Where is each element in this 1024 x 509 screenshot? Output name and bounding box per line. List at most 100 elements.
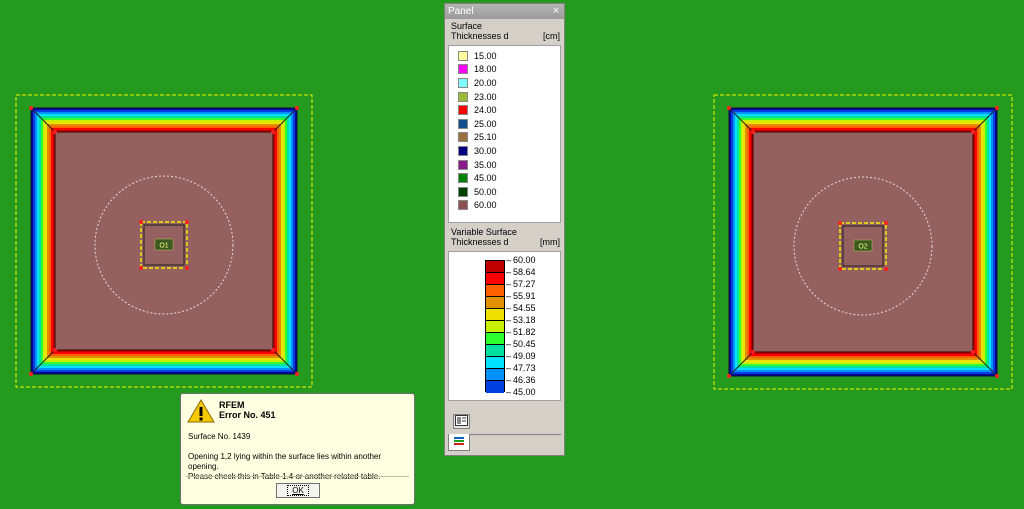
warning-icon bbox=[187, 399, 215, 423]
node-point bbox=[838, 267, 842, 271]
panel-options-icon bbox=[455, 415, 468, 426]
dialog-separator bbox=[186, 476, 409, 477]
scale-segment bbox=[486, 381, 504, 393]
scale-segment bbox=[486, 345, 504, 357]
scale-label: 45.00 bbox=[506, 387, 536, 397]
scale-segment bbox=[486, 321, 504, 333]
node-point bbox=[751, 350, 755, 354]
legend-item: 15.00 bbox=[449, 49, 560, 63]
node-point bbox=[29, 106, 33, 110]
legend-item: 24.00 bbox=[449, 103, 560, 117]
node-point bbox=[995, 374, 999, 378]
ok-button[interactable]: OK bbox=[276, 483, 320, 498]
scale-label: 46.36 bbox=[506, 375, 536, 385]
opening-label: O2 bbox=[858, 244, 867, 251]
legend-swatch bbox=[458, 77, 468, 88]
scale-label: 58.64 bbox=[506, 267, 536, 277]
node-point bbox=[727, 374, 731, 378]
node-point bbox=[884, 267, 888, 271]
legend-value: 25.00 bbox=[474, 118, 497, 129]
node-point bbox=[53, 348, 57, 352]
legend-value: 50.00 bbox=[474, 186, 497, 197]
panel-title: Panel bbox=[448, 6, 474, 17]
surface-unit: [cm] bbox=[543, 31, 560, 41]
tab-color-legend[interactable] bbox=[448, 434, 470, 451]
scale-label: 57.27 bbox=[506, 279, 536, 289]
dialog-message: Opening 1,2 lying within the surface lie… bbox=[188, 452, 413, 482]
legend-value: 25.10 bbox=[474, 132, 497, 143]
scale-label: 49.09 bbox=[506, 351, 536, 361]
variable-thickness-header: Variable Surface Thicknesses d [mm] bbox=[445, 225, 564, 251]
legend-panel: Panel × Surface Thicknesses d [cm] 15.00… bbox=[444, 3, 565, 456]
legend-swatch bbox=[458, 118, 468, 129]
dialog-app-name: RFEM bbox=[219, 400, 245, 410]
legend-value: 24.00 bbox=[474, 105, 497, 116]
close-icon[interactable]: × bbox=[550, 4, 562, 19]
dialog-error-number: Error No. 451 bbox=[219, 410, 276, 420]
legend-item: 35.00 bbox=[449, 158, 560, 172]
panel-settings-button[interactable] bbox=[453, 414, 470, 429]
node-point bbox=[271, 130, 275, 134]
node-point bbox=[751, 130, 755, 134]
legend-item: 20.00 bbox=[449, 76, 560, 90]
scale-segment bbox=[486, 369, 504, 381]
legend-item: 25.10 bbox=[449, 131, 560, 145]
variable-header-line1: Variable Surface bbox=[451, 227, 517, 237]
opening-label: O1 bbox=[159, 243, 168, 250]
legend-swatch bbox=[458, 186, 468, 197]
node-point bbox=[884, 221, 888, 225]
legend-swatch bbox=[458, 200, 468, 211]
scale-label: 50.45 bbox=[506, 339, 536, 349]
legend-item: 18.00 bbox=[449, 63, 560, 77]
legend-swatch bbox=[458, 173, 468, 184]
scale-segment bbox=[486, 309, 504, 321]
legend-swatch bbox=[458, 50, 468, 61]
legend-value: 45.00 bbox=[474, 173, 497, 184]
legend-value: 35.00 bbox=[474, 159, 497, 170]
panel-layers-icon bbox=[454, 437, 464, 445]
legend-value: 60.00 bbox=[474, 200, 497, 211]
legend-item: 50.00 bbox=[449, 185, 560, 199]
scale-label: 53.18 bbox=[506, 315, 536, 325]
legend-value: 23.00 bbox=[474, 91, 497, 102]
node-point bbox=[995, 106, 999, 110]
legend-item: 30.00 bbox=[449, 144, 560, 158]
legend-item: 60.00 bbox=[449, 199, 560, 213]
scale-segment bbox=[486, 261, 504, 273]
legend-value: 18.00 bbox=[474, 64, 497, 75]
scale-segment bbox=[486, 333, 504, 345]
surface-thickness-legend: 15.00 18.00 20.00 23.00 24.00 25.00 25.10 30.00… bbox=[448, 45, 561, 223]
node-point bbox=[139, 266, 143, 270]
dialog-title: RFEM Error No. 451 bbox=[219, 400, 276, 420]
scale-label: 47.73 bbox=[506, 363, 536, 373]
node-point bbox=[971, 350, 975, 354]
legend-swatch bbox=[458, 91, 468, 102]
legend-value: 20.00 bbox=[474, 77, 497, 88]
node-point bbox=[139, 220, 143, 224]
scale-label: 54.55 bbox=[506, 303, 536, 313]
scale-label: 51.82 bbox=[506, 327, 536, 337]
legend-swatch bbox=[458, 64, 468, 75]
legend-item: 23.00 bbox=[449, 90, 560, 104]
scale-segment bbox=[486, 357, 504, 369]
tab-divider bbox=[469, 434, 561, 435]
node-point bbox=[971, 130, 975, 134]
scale-segment bbox=[486, 285, 504, 297]
legend-swatch bbox=[458, 145, 468, 156]
node-point bbox=[185, 220, 189, 224]
variable-thickness-scale: 60.00 58.64 57.27 55.91 54.55 53.18 51.82 50.45… bbox=[448, 251, 561, 401]
error-dialog: RFEM Error No. 451 Surface No. 1439 Open… bbox=[180, 393, 415, 505]
ok-button-label: OK bbox=[287, 485, 309, 496]
scale-segment bbox=[486, 297, 504, 309]
legend-item: 25.00 bbox=[449, 117, 560, 131]
legend-swatch bbox=[458, 132, 468, 143]
node-point bbox=[727, 106, 731, 110]
dialog-message-line2: Please check this in Table 1.4 or anothe… bbox=[188, 472, 381, 481]
legend-value: 15.00 bbox=[474, 50, 497, 61]
panel-titlebar[interactable]: Panel × bbox=[445, 4, 564, 19]
node-point bbox=[295, 106, 299, 110]
node-point bbox=[271, 348, 275, 352]
node-point bbox=[29, 372, 33, 376]
scale-segment bbox=[486, 273, 504, 285]
surface-thickness-header: Surface Thicknesses d [cm] bbox=[445, 19, 564, 45]
